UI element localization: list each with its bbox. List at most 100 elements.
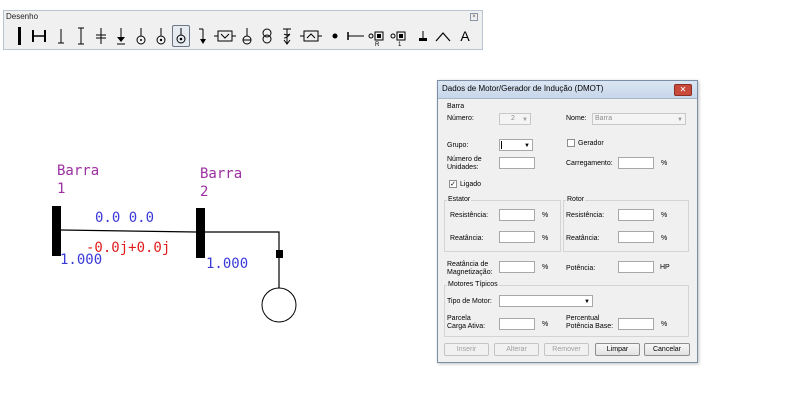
- line-icon[interactable]: [346, 25, 364, 47]
- remover-button[interactable]: Remover: [544, 343, 589, 356]
- ligado-label: Ligado: [460, 181, 482, 188]
- percentual-label-line2: Potência Base:: [566, 323, 614, 330]
- inserir-button[interactable]: Inserir: [444, 343, 489, 356]
- dot-node-icon[interactable]: [326, 25, 344, 47]
- estator-reatancia-input[interactable]: [499, 231, 535, 243]
- nome-label: Nome:: [566, 115, 587, 122]
- generator-icon[interactable]: [132, 25, 150, 47]
- motor-breaker: [276, 250, 283, 258]
- motor-icon[interactable]: [152, 25, 170, 47]
- line-terminal-down-icon[interactable]: [52, 25, 70, 47]
- potencia-input[interactable]: [618, 261, 654, 273]
- parcela-label-line2: Carga Ativa:: [447, 323, 486, 330]
- rotor-reatancia-unit: %: [661, 235, 668, 242]
- bus-1-name: Barra: [57, 163, 100, 179]
- resistor-1-icon[interactable]: 1: [390, 25, 408, 47]
- three-winding-icon[interactable]: [278, 25, 296, 47]
- percentual-input[interactable]: [618, 318, 654, 330]
- line-terminal-both-icon[interactable]: [72, 25, 90, 47]
- gerador-checkbox[interactable]: [567, 139, 575, 147]
- numero-select[interactable]: 2 ▼: [499, 113, 531, 125]
- chevron-down-icon: ▼: [522, 117, 528, 123]
- rotor-resistencia-input[interactable]: [618, 209, 654, 221]
- text-icon[interactable]: A: [456, 25, 474, 47]
- compensator-icon[interactable]: [300, 25, 322, 47]
- rotor-resistencia-label: Resistência:: [566, 212, 605, 219]
- chevron-down-icon: ▼: [524, 143, 530, 149]
- estator-resistencia-input[interactable]: [499, 209, 535, 221]
- magnetizacao-unit: %: [542, 264, 549, 271]
- ramp-icon[interactable]: [434, 25, 452, 47]
- parcela-label-line1: Parcela: [447, 315, 471, 322]
- ground-arrow-icon[interactable]: [112, 25, 130, 47]
- parcela-unit: %: [542, 321, 549, 328]
- capacitor-icon[interactable]: [92, 25, 110, 47]
- chevron-down-icon: ▼: [584, 299, 590, 305]
- svg-text:1: 1: [398, 42, 402, 47]
- tipo-motor-label: Tipo de Motor:: [447, 298, 492, 305]
- bus-2-number: 2: [200, 184, 209, 200]
- drawing-toolbar: Desenho × R 1 A: [3, 10, 483, 50]
- estator-group: [444, 200, 561, 252]
- estator-reatancia-unit: %: [542, 235, 549, 242]
- motor-data-dialog: Dados de Motor/Gerador de Indução (DMOT)…: [437, 80, 698, 363]
- diagram-canvas: [52, 206, 297, 323]
- bar-horizontal-icon[interactable]: [30, 25, 48, 47]
- alterar-button[interactable]: Alterar: [494, 343, 539, 356]
- gerador-label: Gerador: [578, 140, 604, 147]
- load-icon[interactable]: [194, 25, 212, 47]
- parcela-input[interactable]: [499, 318, 535, 330]
- bus-2-bar: [196, 208, 205, 258]
- resistor-r-icon[interactable]: R: [368, 25, 386, 47]
- motor-branch: [205, 231, 280, 250]
- rotor-section-label: Rotor: [566, 196, 586, 204]
- shunt-element-icon[interactable]: [238, 25, 256, 47]
- unidades-label-line2: Unidades:: [447, 164, 479, 171]
- dialog-titlebar[interactable]: Dados de Motor/Gerador de Indução (DMOT)…: [438, 81, 697, 99]
- limpar-button[interactable]: Limpar: [595, 343, 640, 356]
- magnetizacao-input[interactable]: [499, 261, 535, 273]
- flow-top-label: 0.0 0.0: [95, 210, 155, 226]
- cancelar-button[interactable]: Cancelar: [644, 343, 690, 356]
- unidades-input[interactable]: [499, 157, 535, 169]
- ligado-checkbox[interactable]: ✓: [449, 180, 457, 188]
- series-element-icon[interactable]: [214, 25, 236, 47]
- potencia-unit: HP: [660, 264, 670, 271]
- toolbar-icons: R 1 A: [10, 25, 476, 47]
- dialog-title: Dados de Motor/Gerador de Indução (DMOT): [442, 84, 604, 93]
- estator-resistencia-label: Resistência:: [450, 212, 489, 219]
- nome-select[interactable]: Barra ▼: [592, 113, 686, 125]
- motores-tipicos-label: Motores Típicos: [447, 281, 499, 289]
- rotor-group: [563, 200, 689, 252]
- rotor-reatancia-input[interactable]: [618, 231, 654, 243]
- percentual-unit: %: [661, 321, 668, 328]
- ground-icon[interactable]: [414, 25, 432, 47]
- single-line-diagram: Barra 1 Barra 2 0.0 0.0 -0.0j+0.0j 1.000…: [0, 60, 420, 400]
- carregamento-label: Carregamento:: [566, 160, 613, 167]
- grupo-label: Grupo:: [447, 142, 469, 149]
- bus-1-number: 1: [57, 181, 66, 197]
- motor-symbol: [261, 287, 297, 323]
- induction-motor-tool-icon[interactable]: [172, 25, 190, 47]
- text-cursor: [501, 141, 502, 149]
- magnetizacao-label-line1: Reatância de: [447, 261, 489, 268]
- unidades-label-line1: Número de: [447, 156, 482, 163]
- estator-reatancia-label: Reatância:: [450, 235, 484, 242]
- bus-1-voltage: 1.000: [60, 252, 103, 268]
- bar-vertical-icon[interactable]: [10, 25, 28, 47]
- numero-label: Número:: [447, 115, 474, 122]
- transformer-icon[interactable]: [258, 25, 276, 47]
- line-1-2: [60, 229, 197, 233]
- svg-text:R: R: [375, 42, 380, 47]
- magnetizacao-label-line2: Magnetização:: [447, 269, 493, 276]
- grupo-select[interactable]: ▼: [499, 139, 533, 151]
- carregamento-unit: %: [661, 160, 668, 167]
- tipo-motor-select[interactable]: ▼: [499, 295, 593, 307]
- toolbar-title: Desenho: [6, 12, 39, 21]
- carregamento-input[interactable]: [618, 157, 654, 169]
- nome-value: Barra: [595, 115, 613, 122]
- bus-2-voltage: 1.000: [206, 256, 249, 272]
- toolbar-close-icon[interactable]: ×: [470, 13, 478, 21]
- potencia-label: Potência:: [566, 265, 596, 272]
- close-icon[interactable]: ✕: [674, 84, 692, 96]
